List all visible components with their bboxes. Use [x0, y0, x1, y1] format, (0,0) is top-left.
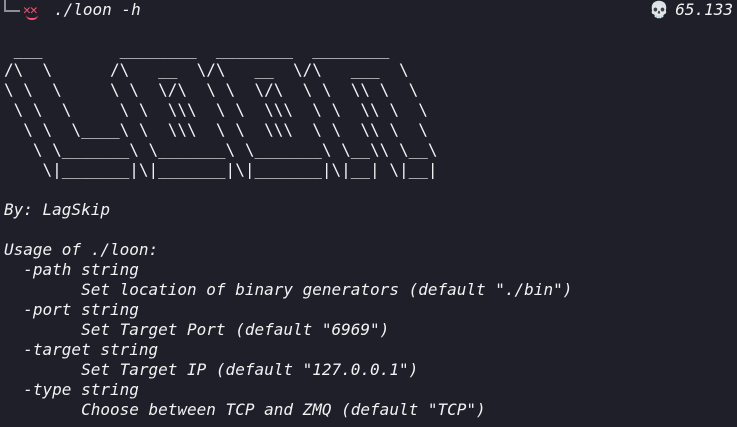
flag-type: -type string	[4, 380, 139, 399]
ascii-banner-line: \ \ \____\ \ \\\ \ \ \\\ \ \ \\ \ \	[4, 120, 428, 139]
flag-target-description: Set Target IP (default "127.0.0.1")	[4, 360, 419, 379]
status-indicator: 💀 65.133	[649, 0, 733, 20]
ascii-banner-line: \ \_______\ \_______\ \_______\ \__\\ \_…	[4, 140, 438, 159]
status-value: 65.133	[675, 0, 733, 19]
ascii-banner-line: ___ ________ ________ ________	[4, 40, 390, 59]
ascii-banner-line: \|_______|\|_______|\|_______|\|__| \|__…	[4, 160, 438, 179]
terminal-window[interactable]: ✕✕ ./loon -h 💀 65.133 ___ ________ ______…	[0, 0, 737, 427]
flag-port: -port string	[4, 300, 139, 319]
flag-target: -target string	[4, 340, 159, 359]
prompt-line: ✕✕ ./loon -h 💀 65.133	[0, 0, 737, 20]
flag-path-description: Set location of binary generators (defau…	[4, 280, 573, 299]
ascii-banner-line: \ \ \ \ \ \/\ \ \ \/\ \ \ \\ \ \	[4, 80, 419, 99]
usage-header: Usage of ./loon:	[4, 240, 159, 259]
flag-type-description: Choose between TCP and ZMQ (default "TCP…	[4, 400, 486, 419]
flag-path: -path string	[4, 260, 139, 279]
prompt-corner	[4, 0, 20, 12]
ascii-banner-line: /\ \ /\ __ \/\ __ \/\ ___ \	[4, 60, 409, 79]
flag-port-description: Set Target Port (default "6969")	[4, 320, 390, 339]
skull-icon: 💀	[649, 0, 670, 19]
author-line: By: LagSkip	[4, 200, 110, 219]
terminal-output: ___ ________ ________ ________ /\ \ /\ _…	[4, 40, 572, 420]
command-text: ./loon -h	[54, 0, 141, 19]
dead-face-icon: ✕✕	[23, 1, 38, 21]
ascii-banner-line: \ \ \ \ \ \\\ \ \ \\\ \ \ \\ \ \	[4, 100, 428, 119]
